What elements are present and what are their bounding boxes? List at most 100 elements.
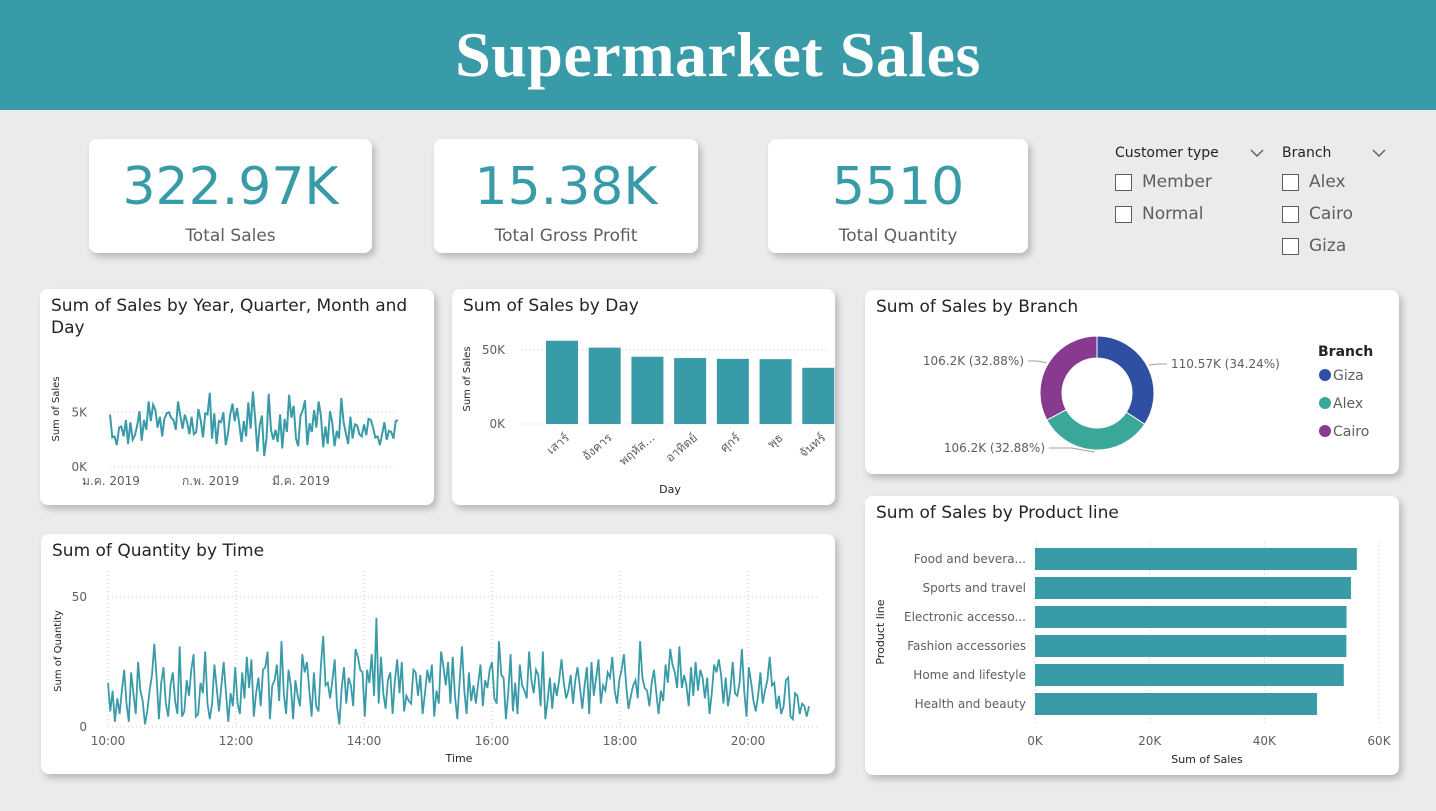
page-title: Supermarket Sales — [455, 19, 981, 90]
x-tick-label: 20K — [1138, 734, 1162, 748]
quantity-by-time-chart: 0 50 10:00 12:00 14:00 16:00 18:00 20:00 Sum of … — [53, 571, 819, 765]
legend-label: Cairo — [1333, 424, 1369, 440]
bar — [1035, 548, 1357, 570]
kpi-card-total-gross-profit[interactable]: 15.38K Total Gross Profit — [434, 139, 698, 253]
legend-marker — [1319, 397, 1331, 409]
donut-slice-cairo — [1039, 335, 1098, 421]
y-tick-label: Home and lifestyle — [913, 668, 1026, 682]
checkbox[interactable] — [1115, 173, 1132, 191]
x-tick-label: 10:00 — [91, 734, 126, 748]
slicer-option-giza[interactable]: Giza — [1282, 236, 1387, 256]
y-tick-label: 0K — [489, 417, 506, 431]
bar — [631, 356, 664, 424]
slicer-header[interactable]: Branch — [1282, 143, 1387, 163]
sales-by-day-chart: 0K 50K Sum of Sales Day เสาร์ อังคาร พฤหัส... อ… — [462, 340, 835, 496]
sales-by-branch-chart: 110.57K (34.24%) 106.2K (32.88%) 106.2K (3… — [923, 335, 1373, 455]
y-axis-label: Product line — [874, 599, 887, 664]
slicer-title: Customer type — [1115, 145, 1219, 161]
x-tick-label: 40K — [1253, 734, 1277, 748]
x-tick-label: จันทร์ — [797, 430, 829, 460]
y-axis-label: Sum of Sales — [51, 376, 62, 441]
x-tick-label: 0K — [1027, 734, 1044, 748]
x-tick-label: มี.ค. 2019 — [272, 474, 330, 488]
y-tick-label: 50K — [482, 343, 506, 357]
chevron-down-icon[interactable] — [1371, 148, 1387, 158]
sales-by-date-visual[interactable]: Sum of Sales by Year, Quarter, Month and… — [40, 289, 434, 505]
sales-by-branch-visual[interactable]: Sum of Sales by Branch 110.57K (34.24%) 1… — [865, 290, 1399, 474]
legend-marker — [1319, 425, 1331, 437]
bar — [1035, 664, 1344, 686]
data-label: 110.57K (34.24%) — [1171, 357, 1280, 371]
x-tick-label: 60K — [1367, 734, 1391, 748]
x-tick-label: 16:00 — [475, 734, 510, 748]
bar — [716, 358, 749, 424]
slicer-option-cairo[interactable]: Cairo — [1282, 204, 1387, 224]
y-tick-label: 0 — [79, 720, 87, 734]
checkbox[interactable] — [1282, 173, 1299, 191]
x-tick-label: 12:00 — [219, 734, 254, 748]
x-tick-label: ม.ค. 2019 — [82, 474, 140, 488]
option-label: Cairo — [1309, 204, 1354, 224]
y-axis-label: Sum of Sales — [462, 346, 473, 411]
slicer-option-normal[interactable]: Normal — [1115, 204, 1265, 224]
bar — [759, 359, 792, 424]
y-tick-label: Electronic accesso... — [904, 610, 1026, 624]
kpi-value: 322.97K — [122, 157, 339, 217]
kpi-label: Total Sales — [185, 226, 276, 246]
sales-by-day-visual[interactable]: Sum of Sales by Day 0K 50K Sum of Sales Day… — [452, 289, 835, 505]
kpi-card-total-quantity[interactable]: 5510 Total Quantity — [768, 139, 1028, 253]
x-axis-label: Sum of Sales — [1171, 753, 1243, 766]
checkbox[interactable] — [1115, 205, 1132, 223]
kpi-value: 15.38K — [474, 157, 658, 217]
slicer-option-alex[interactable]: Alex — [1282, 172, 1387, 192]
x-tick-label: เสาร์ — [544, 430, 572, 457]
customer-type-slicer: Customer type Member Normal — [1115, 143, 1265, 224]
option-label: Normal — [1142, 204, 1204, 224]
y-tick-label: Fashion accessories — [907, 639, 1026, 653]
bar — [1035, 693, 1318, 715]
dashboard-header: Supermarket Sales — [0, 0, 1436, 110]
donut-slice-alex — [1046, 408, 1146, 451]
option-label: Giza — [1309, 236, 1347, 256]
branch-slicer: Branch Alex Cairo Giza — [1282, 143, 1387, 256]
y-tick-label: Food and bevera... — [914, 552, 1026, 566]
checkbox[interactable] — [1282, 205, 1299, 223]
x-axis-label: Day — [659, 483, 681, 496]
data-label: 106.2K (32.88%) — [923, 354, 1024, 368]
y-tick-label: 5K — [71, 405, 88, 419]
kpi-card-total-sales[interactable]: 322.97K Total Sales — [89, 139, 372, 253]
bar — [1035, 606, 1347, 628]
y-axis-label: Sum of Quantity — [53, 610, 64, 692]
chevron-down-icon[interactable] — [1249, 148, 1265, 158]
x-tick-label: 18:00 — [603, 734, 638, 748]
slicer-title: Branch — [1282, 145, 1332, 161]
sales-by-product-line-visual[interactable]: Sum of Sales by Product line 0K 20K 40K 60K… — [865, 496, 1399, 775]
bar — [802, 367, 835, 424]
option-label: Member — [1142, 172, 1212, 192]
data-label: 106.2K (32.88%) — [944, 441, 1045, 455]
slicer-option-member[interactable]: Member — [1115, 172, 1265, 192]
donut-slice-giza — [1096, 335, 1155, 425]
checkbox[interactable] — [1282, 237, 1299, 255]
x-tick-label: อาทิตย์ — [663, 431, 700, 465]
x-tick-label: อังคาร — [579, 430, 615, 463]
sales-by-date-chart: 0K 5K ม.ค. 2019 ก.พ. 2019 มี.ค. 2019 Sum of S… — [51, 376, 399, 488]
series-line — [107, 617, 810, 725]
y-tick-label: 50 — [72, 590, 87, 604]
x-axis-label: Time — [445, 752, 473, 765]
option-label: Alex — [1309, 172, 1346, 192]
x-tick-label: ศุกร์ — [717, 430, 743, 456]
legend-label: Alex — [1333, 396, 1363, 412]
bar — [1035, 577, 1352, 599]
sales-by-product-line-chart: 0K 20K 40K 60K Sum of Sales Product line Food … — [874, 542, 1392, 766]
quantity-by-time-visual[interactable]: Sum of Quantity by Time 0 50 10:00 12:00 14:… — [41, 534, 835, 774]
y-tick-label: Health and beauty — [915, 697, 1026, 711]
kpi-label: Total Quantity — [838, 226, 958, 246]
y-tick-label: 0K — [71, 460, 88, 474]
slicer-header[interactable]: Customer type — [1115, 143, 1265, 163]
x-tick-label: ก.พ. 2019 — [182, 474, 239, 488]
legend-title: Branch — [1318, 344, 1373, 360]
bar — [674, 358, 707, 424]
bar — [1035, 635, 1347, 657]
x-tick-label: พฤหัส... — [616, 431, 657, 469]
